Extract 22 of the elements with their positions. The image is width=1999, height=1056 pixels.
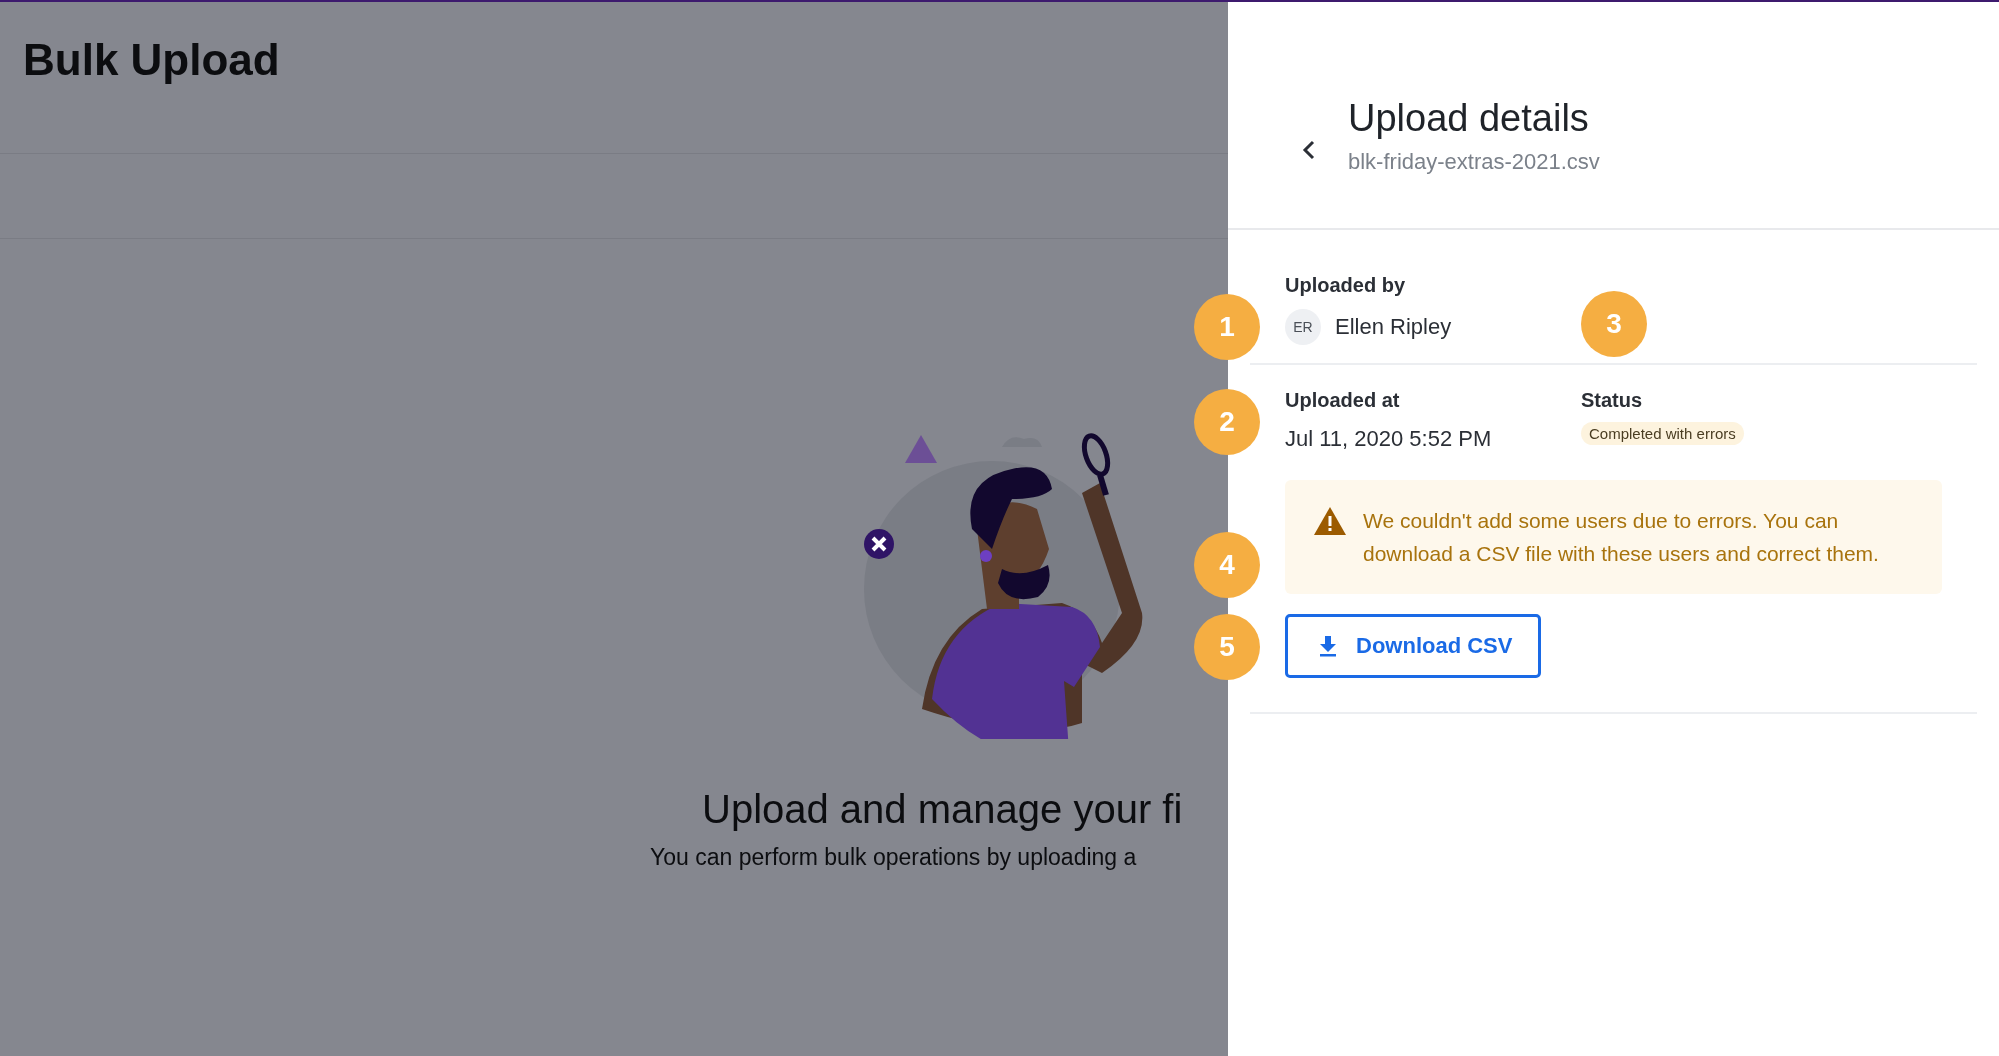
field-label: Uploaded at: [1285, 389, 1401, 412]
download-button[interactable]: Download CSV: [1285, 614, 1542, 678]
field-label: Status: [1581, 389, 1644, 412]
upload-date: Jul 11, 2020 5:52 PM: [1285, 426, 1493, 452]
warning-icon: [1313, 506, 1347, 536]
alert-message: We couldn't add some users due to errors. You can download a CSV file with these users and correct them.: [1363, 508, 1880, 567]
step-marker: 1: [1194, 294, 1260, 360]
step-marker: 2: [1194, 389, 1260, 455]
field-label: Uploaded by: [1285, 274, 1406, 297]
user-name: Ellen Ripley: [1335, 314, 1452, 340]
step-marker: 5: [1194, 614, 1260, 680]
download-icon: [1318, 635, 1338, 657]
empty-state-text: You can perform bulk operations by uploading a: [650, 844, 1138, 871]
empty-state-heading: Upload and manage your fi: [702, 787, 1184, 832]
chevron-left-icon: [1302, 139, 1316, 161]
step-marker: 3: [1581, 291, 1647, 357]
file-name: blk-friday-extras-2021.csv: [1348, 149, 1600, 175]
status-badge: Completed with errors: [1581, 422, 1744, 445]
step-marker: 4: [1194, 532, 1260, 598]
avatar: ER: [1285, 309, 1321, 345]
page-title: Bulk Upload: [23, 34, 280, 85]
panel-title: Upload details: [1348, 99, 1590, 137]
